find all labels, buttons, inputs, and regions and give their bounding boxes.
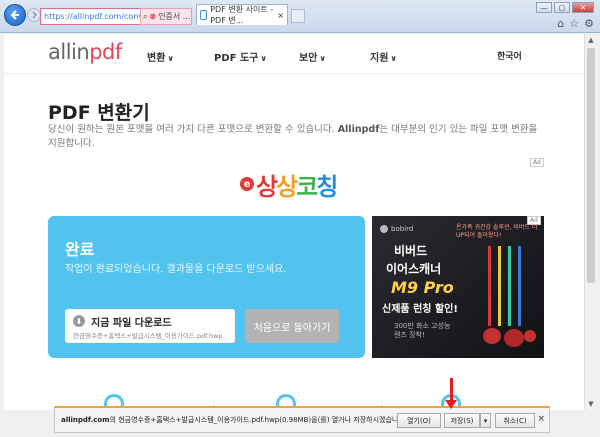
side-ad-line5a: 300만 화소 고성능 <box>394 322 451 330</box>
home-icon[interactable]: ⌂ <box>557 17 564 30</box>
tab-close-icon[interactable]: × <box>277 11 284 20</box>
tab-certificate[interactable]: ⌕ ⊗ 인증서 ... <box>140 8 192 25</box>
favicon-icon <box>200 10 208 20</box>
product-image <box>483 246 536 347</box>
forward-button[interactable] <box>27 8 41 22</box>
download-message-post: (0.98MB)을(를) 열거나 저장하시겠습니까? <box>279 416 409 424</box>
side-ad-line5b: 렌즈 장착! <box>394 331 425 339</box>
open-button[interactable]: 열기(O) <box>397 413 441 428</box>
chevron-down-icon: ∨ <box>260 54 267 63</box>
download-icon: ⬇ <box>73 315 85 327</box>
tab-pdf-converter-label: PDF 변환 사이트 - PDF 변... <box>210 5 274 25</box>
web-page: allinpdf 변환 ∨ PDF 도구 ∨ 보안 ∨ 지원 ∨ 한국어 PDF 변환기… <box>4 34 584 410</box>
result-title: 완료 <box>65 240 95 259</box>
site-header: allinpdf 변환 ∨ PDF 도구 ∨ 보안 ∨ 지원 ∨ 한국어 <box>4 34 584 74</box>
download-button[interactable]: ⬇ 지금 파일 다운로드 현금영수증+홈택스+발급시스템_이용가이드.pdf.h… <box>65 309 235 343</box>
close-icon[interactable]: × <box>537 414 545 424</box>
gear-icon[interactable]: ⚙ <box>584 17 594 30</box>
banner-e-icon: e <box>240 177 254 191</box>
logo-accent: pdf <box>89 40 122 64</box>
side-ad-line2: 이어스캐너 <box>386 262 442 276</box>
side-ad-line1: 비버드 <box>394 244 428 258</box>
menu-pdf-tools-label: PDF 도구 <box>214 53 259 64</box>
download-prompt: allinpdf.com의 현금영수증+홈택스+발급시스템_이용가이드.pdf.… <box>61 415 409 425</box>
back-to-start-button[interactable]: 처음으로 돌아가기 <box>245 309 339 343</box>
save-options-dropdown[interactable]: ▾ <box>480 413 491 428</box>
side-ad-line3: M9 Pro <box>391 278 454 297</box>
site-logo[interactable]: allinpdf <box>48 40 122 64</box>
side-ad-line5: 300만 화소 고성능 렌즈 장착! <box>394 322 450 340</box>
address-url: https://allinpdf.com/conv <box>44 12 144 21</box>
menu-convert[interactable]: 변환 ∨ <box>147 49 174 64</box>
download-label: 지금 파일 다운로드 <box>91 318 172 329</box>
side-ad[interactable]: Ad bobird 온가족 귀건강 솔루션, 비버드 더 UP되어 돌아왔다! … <box>372 216 544 358</box>
maximize-button[interactable]: ▢ <box>554 2 570 13</box>
menu-security[interactable]: 보안 ∨ <box>299 49 326 64</box>
download-site: allinpdf.com <box>61 416 110 424</box>
back-button[interactable] <box>4 4 26 26</box>
ad-banner[interactable]: e 상상코칭 <box>240 164 360 204</box>
download-message-pre: 의 <box>109 416 119 424</box>
banner-letter: 상 <box>276 172 298 201</box>
side-ad-line4: 신제품 런칭 할인! <box>382 304 458 315</box>
error-icon: ⊗ <box>149 12 157 21</box>
arrow-right-icon <box>32 11 38 19</box>
browser-toolbar: ⌂ ☆ ⚙ <box>557 17 594 30</box>
browser-chrome: https://allinpdf.com/conv ⌕ ⊗ 인증서 ... PD… <box>0 0 600 33</box>
language-selector[interactable]: 한국어 <box>497 49 522 62</box>
description-pre: 당신이 원하는 원본 포맷을 여러 가지 다른 포맷으로 변환할 수 있습니다. <box>48 124 338 135</box>
chevron-down-icon: ∨ <box>390 54 397 63</box>
description-brand: Allinpdf <box>337 124 380 135</box>
search-icon[interactable]: ⌕ <box>143 12 147 22</box>
download-filename: 현금영수증+홈택스+발급시스템_이용가이드.pdf.hwp <box>73 332 223 340</box>
red-arrow-head <box>445 400 457 409</box>
window-close-button[interactable]: ✕ <box>572 2 594 13</box>
menu-support[interactable]: 지원 ∨ <box>370 49 397 64</box>
window-controls: — ▢ ✕ <box>536 2 594 13</box>
ad-label[interactable]: Ad <box>530 158 544 167</box>
star-icon[interactable]: ☆ <box>569 17 579 30</box>
menu-pdf-tools[interactable]: PDF 도구 ∨ <box>214 49 267 64</box>
tab-pdf-converter[interactable]: PDF 변환 사이트 - PDF 변... × <box>196 4 288 25</box>
result-message: 작업이 완료되었습니다. 결과물을 다운로드 받으세요. <box>65 264 287 275</box>
scroll-up-icon[interactable]: ▲ <box>585 34 597 46</box>
banner-letter: 상 <box>256 172 278 201</box>
brand-logo-icon <box>380 225 388 233</box>
menu-support-label: 지원 <box>370 53 389 64</box>
scroll-down-icon[interactable]: ▼ <box>585 398 597 410</box>
save-button[interactable]: 저장(S) <box>444 413 480 428</box>
cancel-button[interactable]: 취소(C) <box>495 413 535 428</box>
menu-convert-label: 변환 <box>147 53 166 64</box>
minimize-button[interactable]: — <box>536 2 552 13</box>
vertical-scrollbar[interactable]: ▲ ▼ <box>584 34 596 410</box>
logo-main: allin <box>48 40 90 64</box>
download-notification-bar: allinpdf.com의 현금영수증+홈택스+발급시스템_이용가이드.pdf.… <box>54 406 550 433</box>
arrow-left-icon <box>10 10 19 20</box>
side-ad-brand-name: bobird <box>391 225 414 233</box>
banner-letter: 칭 <box>316 172 338 201</box>
side-ad-brand: bobird <box>380 225 413 233</box>
banner-letter: 코 <box>296 172 318 201</box>
chevron-down-icon: ∨ <box>319 54 326 63</box>
tab-certificate-label: 인증서 ... <box>158 12 191 21</box>
download-file: 현금영수증+홈택스+발급시스템_이용가이드.pdf.hwp <box>118 416 280 424</box>
scrollbar-thumb[interactable] <box>587 48 595 283</box>
banner-text: 상상코칭 <box>256 167 338 202</box>
side-ad-tagline: 온가족 귀건강 솔루션, 비버드 더 UP되어 돌아왔다! <box>456 224 538 239</box>
page-description: 당신이 원하는 원본 포맷을 여러 가지 다른 포맷으로 변환할 수 있습니다.… <box>48 123 548 151</box>
new-tab-button[interactable] <box>291 9 305 23</box>
result-card: 완료 작업이 완료되었습니다. 결과물을 다운로드 받으세요. ⬇ 지금 파일 … <box>48 216 365 358</box>
page-title: PDF 변환기 <box>48 102 150 124</box>
chevron-down-icon: ∨ <box>167 54 174 63</box>
menu-security-label: 보안 <box>299 53 318 64</box>
